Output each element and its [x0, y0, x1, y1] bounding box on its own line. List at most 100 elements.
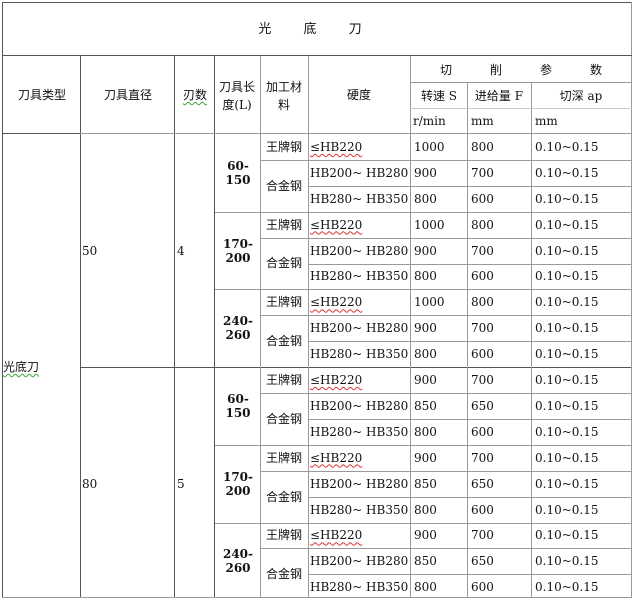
- header-depth: 切深 ap: [532, 84, 630, 108]
- depth-cell: 0.10~0.15: [535, 450, 599, 465]
- depth-cell: 0.10~0.15: [535, 347, 599, 362]
- column-divider: [467, 83, 468, 597]
- hardness-cell: HB280~ HB350: [310, 341, 412, 367]
- hardness-value: ≤HB220: [310, 373, 363, 388]
- depth-cell: 0.10~0.15: [535, 165, 599, 180]
- feed-cell: 600: [471, 424, 494, 439]
- header-depth-label: 切深 ap: [559, 89, 603, 103]
- header-tool-type: 刀具类型: [17, 88, 66, 102]
- hardness-value: ≤HB220: [310, 217, 363, 232]
- hardness-value: HB280~ HB350: [310, 347, 409, 362]
- diameter-cell: 50: [82, 243, 98, 258]
- depth-cell: 0.10~0.15: [535, 191, 599, 206]
- material-cell: 合金钢: [265, 567, 302, 582]
- header-divider: [2, 133, 80, 134]
- feed-cell: 600: [471, 191, 494, 206]
- feed-cell: 650: [471, 398, 494, 413]
- column-divider: [260, 56, 261, 597]
- header-divider-rest: [80, 133, 632, 134]
- depth-cell: 0.10~0.15: [535, 321, 599, 336]
- hardness-value: ≤HB220: [310, 295, 363, 310]
- hardness-cell: HB280~ HB350: [310, 497, 412, 523]
- hardness-cell: HB200~ HB280: [310, 548, 412, 574]
- column-divider: [308, 56, 309, 597]
- speed-cell: 900: [414, 450, 437, 465]
- speed-cell: 850: [414, 398, 437, 413]
- cutting-parameters-table: 光 底 刀 刀具类型 刀具直径 刃数 刀具长度(L) 加工材料 硬度 切 削 参…: [0, 0, 634, 600]
- material-cell: 合金钢: [265, 256, 302, 271]
- depth-cell: 0.10~0.15: [535, 398, 599, 413]
- feed-cell: 700: [471, 450, 494, 465]
- speed-cell: 800: [414, 191, 437, 206]
- depth-cell: 0.10~0.15: [535, 243, 599, 258]
- speed-cell: 800: [414, 424, 437, 439]
- title-divider: [2, 55, 632, 56]
- hardness-cell: ≤HB220: [310, 289, 412, 315]
- hardness-cell: HB200~ HB280: [310, 315, 412, 341]
- feed-cell: 700: [471, 528, 494, 543]
- feed-cell: 800: [471, 295, 494, 310]
- header-hardness: 硬度: [346, 88, 371, 102]
- material-cell: 王牌钢: [265, 528, 302, 543]
- outer-bottom-border: [2, 597, 632, 598]
- header-cutting-params-char-1: 切: [439, 63, 452, 77]
- material-cell: 王牌钢: [265, 295, 302, 310]
- header-tool-diameter: 刀具直径: [103, 88, 152, 102]
- feed-cell: 600: [471, 269, 494, 284]
- material-cell: 合金钢: [265, 178, 302, 193]
- depth-cell: 0.10~0.15: [535, 502, 599, 517]
- hardness-cell: HB200~ HB280: [310, 471, 412, 497]
- table-title: 光 底 刀: [258, 22, 376, 37]
- depth-cell: 0.10~0.15: [535, 295, 599, 310]
- depth-cell: 0.10~0.15: [535, 528, 599, 543]
- hardness-cell: ≤HB220: [310, 445, 412, 471]
- speed-cell: 850: [414, 554, 437, 569]
- hardness-value: HB200~ HB280: [310, 243, 409, 258]
- depth-cell: 0.10~0.15: [535, 373, 599, 388]
- hardness-cell: ≤HB220: [310, 367, 412, 393]
- speed-cell: 800: [414, 347, 437, 362]
- header-flutes-label: 刃数: [182, 88, 207, 102]
- header-cutting-params-char-3: 参: [539, 63, 552, 77]
- outer-top-border: [2, 2, 632, 3]
- length-cell: 170-200: [222, 236, 254, 265]
- hardness-cell: HB280~ HB350: [310, 419, 412, 445]
- length-cell: 240-260: [222, 314, 254, 343]
- speed-cell: 900: [414, 321, 437, 336]
- material-cell: 合金钢: [265, 411, 302, 426]
- length-cell: 170-200: [222, 469, 254, 498]
- speed-cell: 1000: [414, 139, 445, 154]
- speed-cell: 900: [414, 528, 437, 543]
- outer-right-border: [631, 2, 632, 598]
- outer-left-border: [2, 2, 3, 598]
- feed-cell: 600: [471, 347, 494, 362]
- column-divider: [214, 56, 215, 597]
- feed-cell: 800: [471, 217, 494, 232]
- depth-cell: 0.10~0.15: [535, 554, 599, 569]
- unit-feed: mm: [471, 114, 494, 128]
- column-divider: [80, 56, 81, 597]
- header-cutting-params-char-2: 削: [489, 63, 502, 77]
- hardness-cell: HB200~ HB280: [310, 238, 412, 264]
- column-divider: [531, 83, 532, 597]
- depth-cell: 0.10~0.15: [535, 476, 599, 491]
- speed-cell: 900: [414, 373, 437, 388]
- tool-type-value: 光底刀: [3, 358, 79, 376]
- speed-cell: 850: [414, 476, 437, 491]
- feed-cell: 700: [471, 373, 494, 388]
- material-cell: 王牌钢: [265, 139, 302, 154]
- header-material: 加工材料: [265, 80, 302, 112]
- hardness-value: HB200~ HB280: [310, 321, 409, 336]
- diameter-cell: 80: [82, 476, 98, 491]
- hardness-cell: HB200~ HB280: [310, 160, 412, 186]
- depth-cell: 0.10~0.15: [535, 424, 599, 439]
- hardness-cell: ≤HB220: [310, 523, 412, 549]
- hardness-value: HB280~ HB350: [310, 502, 409, 517]
- material-cell: 合金钢: [265, 334, 302, 349]
- header-cutting-params-char-4: 数: [589, 63, 602, 77]
- hardness-value: ≤HB220: [310, 139, 363, 154]
- speed-cell: 800: [414, 269, 437, 284]
- flutes-cell: 5: [177, 476, 185, 491]
- feed-cell: 650: [471, 476, 494, 491]
- hardness-cell: HB280~ HB350: [310, 264, 412, 290]
